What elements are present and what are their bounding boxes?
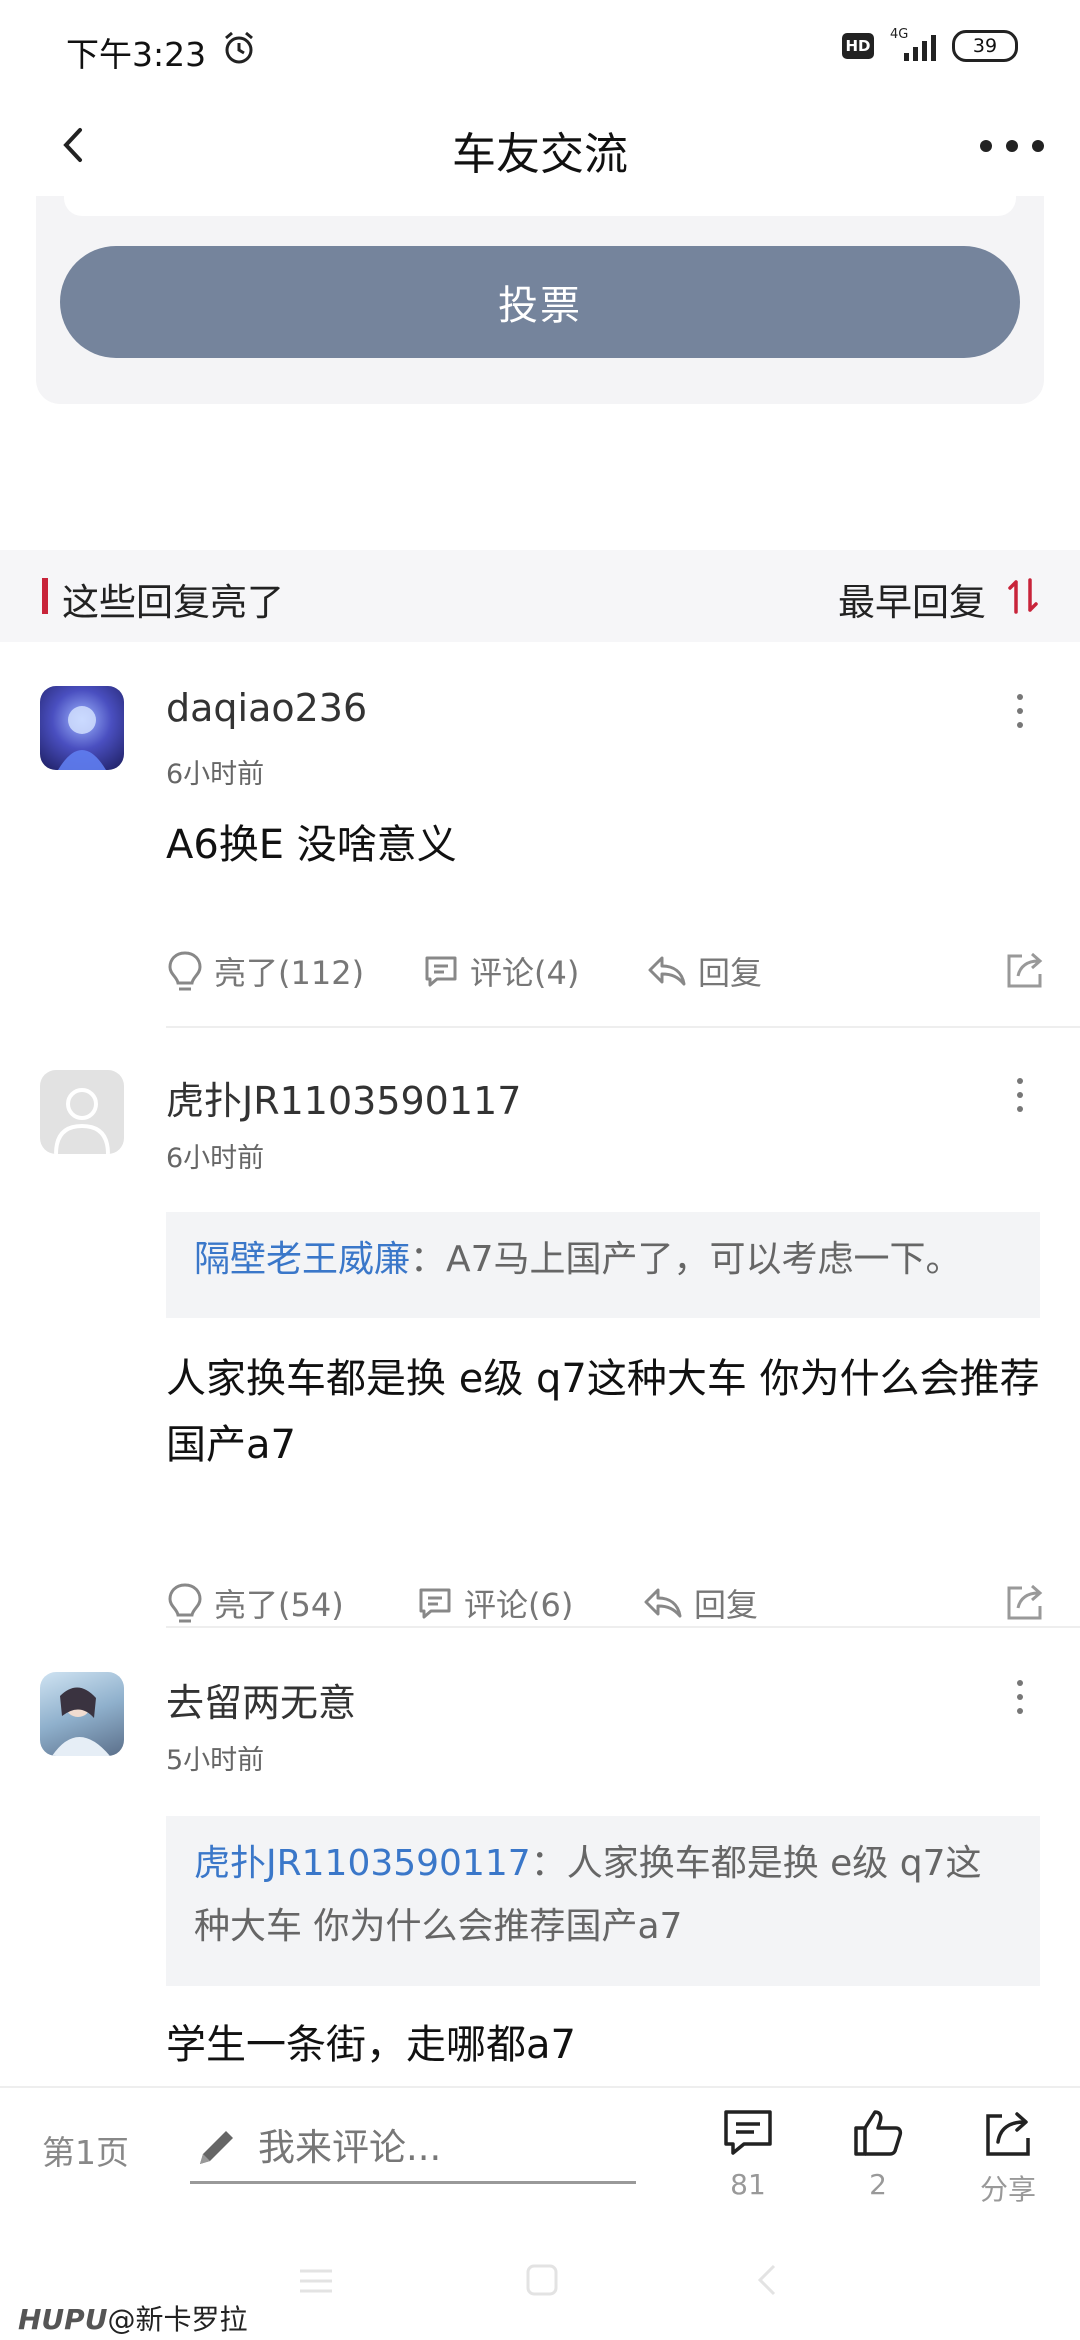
share-icon: [986, 2112, 1030, 2156]
share-label: 分享: [979, 2173, 1036, 2206]
avatar[interactable]: [40, 1672, 124, 1756]
comment-more-button[interactable]: [1014, 1078, 1026, 1112]
like-button[interactable]: 2: [828, 2106, 928, 2201]
hd-icon: HD: [842, 33, 874, 59]
quoted-reply[interactable]: 隔壁老王威廉：A7马上国产了，可以考虑一下。: [166, 1212, 1040, 1318]
comment-item: 去留两无意 5小时前 虎扑JR1103590117：人家换车都是换 e级 q7这…: [0, 1628, 1080, 2086]
likes-count: 2: [869, 2168, 887, 2201]
light-label: 亮了(54): [214, 1586, 344, 1624]
comments-count: 81: [730, 2168, 766, 2201]
comment-text: 学生一条街，走哪都a7: [166, 2022, 576, 2068]
more-button[interactable]: [980, 126, 1044, 166]
username[interactable]: 虎扑JR1103590117: [166, 1070, 521, 1125]
home-icon[interactable]: [524, 2262, 560, 2302]
quoted-username[interactable]: 隔壁老王威廉: [194, 1239, 410, 1280]
signal-icon: 4G: [890, 27, 936, 61]
status-time: 下午3:23: [66, 35, 207, 74]
avatar[interactable]: [40, 686, 124, 770]
username[interactable]: daqiao236: [166, 686, 367, 730]
share-icon: [1007, 952, 1043, 988]
section-header: 这些回复亮了 最早回复: [0, 550, 1080, 642]
battery-icon: 39: [952, 30, 1018, 62]
share-button[interactable]: 分享: [958, 2106, 1058, 2208]
comment-label: 评论(4): [470, 954, 580, 992]
reply-label: 回复: [698, 954, 763, 992]
thumbs-up-icon: [854, 2110, 903, 2156]
page-selector[interactable]: 第1页: [42, 2126, 129, 2174]
vote-button[interactable]: 投票: [60, 246, 1020, 358]
reply-icon: [644, 1588, 682, 1618]
comments-button[interactable]: 81: [698, 2106, 798, 2201]
reply-icon: [648, 956, 686, 986]
network-label: 4G: [890, 27, 909, 42]
watermark: HUPU@新卡罗拉: [18, 2298, 247, 2338]
comment-label: 评论(6): [464, 1586, 574, 1624]
watermark-handle: @新卡罗拉: [107, 2303, 248, 2336]
sort-button[interactable]: 最早回复: [838, 572, 986, 626]
share-comment-button[interactable]: [1004, 1580, 1046, 1626]
reply-button[interactable]: 回复: [642, 1580, 758, 1626]
quoted-reply[interactable]: 虎扑JR1103590117：人家换车都是换 e级 q7这种大车 你为什么会推荐…: [166, 1816, 1040, 1986]
sort-icon[interactable]: [1006, 576, 1040, 620]
comment-time: 6小时前: [166, 759, 265, 790]
page-title: 车友交流: [452, 129, 628, 180]
quoted-username[interactable]: 虎扑JR1103590117: [194, 1843, 531, 1884]
system-back-icon[interactable]: [752, 2262, 782, 2302]
share-comment-button[interactable]: [1004, 948, 1046, 994]
comment-icon: [425, 956, 457, 987]
section-title: 这些回复亮了: [62, 581, 284, 624]
bottom-bar: 第1页 81 2 分享: [0, 2086, 1080, 2216]
quoted-text: ：A7马上国产了，可以考虑一下。: [410, 1239, 962, 1280]
section-accent-bar: [42, 578, 48, 614]
comment-bubble-icon: [724, 2110, 772, 2155]
pen-icon: [194, 2124, 240, 2174]
light-button[interactable]: 亮了(112): [166, 948, 364, 994]
alarm-icon: [221, 30, 257, 70]
comment-more-button[interactable]: [1014, 694, 1026, 728]
comment-item: 虎扑JR1103590117 6小时前 隔壁老王威廉：A7马上国产了，可以考虑一…: [0, 1028, 1080, 1628]
nav-bar: 车友交流: [0, 96, 1080, 196]
comment-text: A6换E 没啥意义: [166, 822, 457, 868]
avatar[interactable]: [40, 1070, 124, 1154]
comment-more-button[interactable]: [1014, 1680, 1026, 1714]
menu-icon[interactable]: [296, 2266, 336, 2300]
comment-actions: 亮了(112) 评论(4) 回复: [166, 948, 1046, 1008]
comment-time: 6小时前: [166, 1143, 265, 1174]
comment-button[interactable]: 评论(4): [422, 948, 579, 994]
light-button[interactable]: 亮了(54): [166, 1580, 344, 1626]
vote-card: 投票: [36, 196, 1044, 404]
comment-input[interactable]: [258, 2122, 628, 2172]
comment-icon: [419, 1588, 451, 1619]
lightbulb-icon: [168, 1583, 202, 1623]
hupu-logo: HUPU: [18, 2303, 108, 2336]
default-avatar-icon: [54, 1088, 110, 1154]
status-indicators: HD 4G 39: [842, 27, 1018, 62]
comment-input-box[interactable]: [190, 2114, 636, 2184]
light-label: 亮了(112): [214, 954, 365, 992]
comment-item: daqiao236 6小时前 A6换E 没啥意义 亮了(112) 评论(4) 回…: [0, 642, 1080, 1028]
comment-button[interactable]: 评论(6): [416, 1580, 573, 1626]
lightbulb-icon: [168, 951, 202, 991]
share-icon: [1007, 1584, 1043, 1620]
reply-button[interactable]: 回复: [646, 948, 762, 994]
comment-time: 5小时前: [166, 1745, 265, 1776]
status-bar: 下午3:23 HD 4G 39: [0, 0, 1080, 96]
username[interactable]: 去留两无意: [166, 1672, 356, 1727]
reply-label: 回复: [694, 1586, 759, 1624]
comment-text: 人家换车都是换 e级 q7这种大车 你为什么会推荐国产a7: [166, 1356, 1040, 1468]
